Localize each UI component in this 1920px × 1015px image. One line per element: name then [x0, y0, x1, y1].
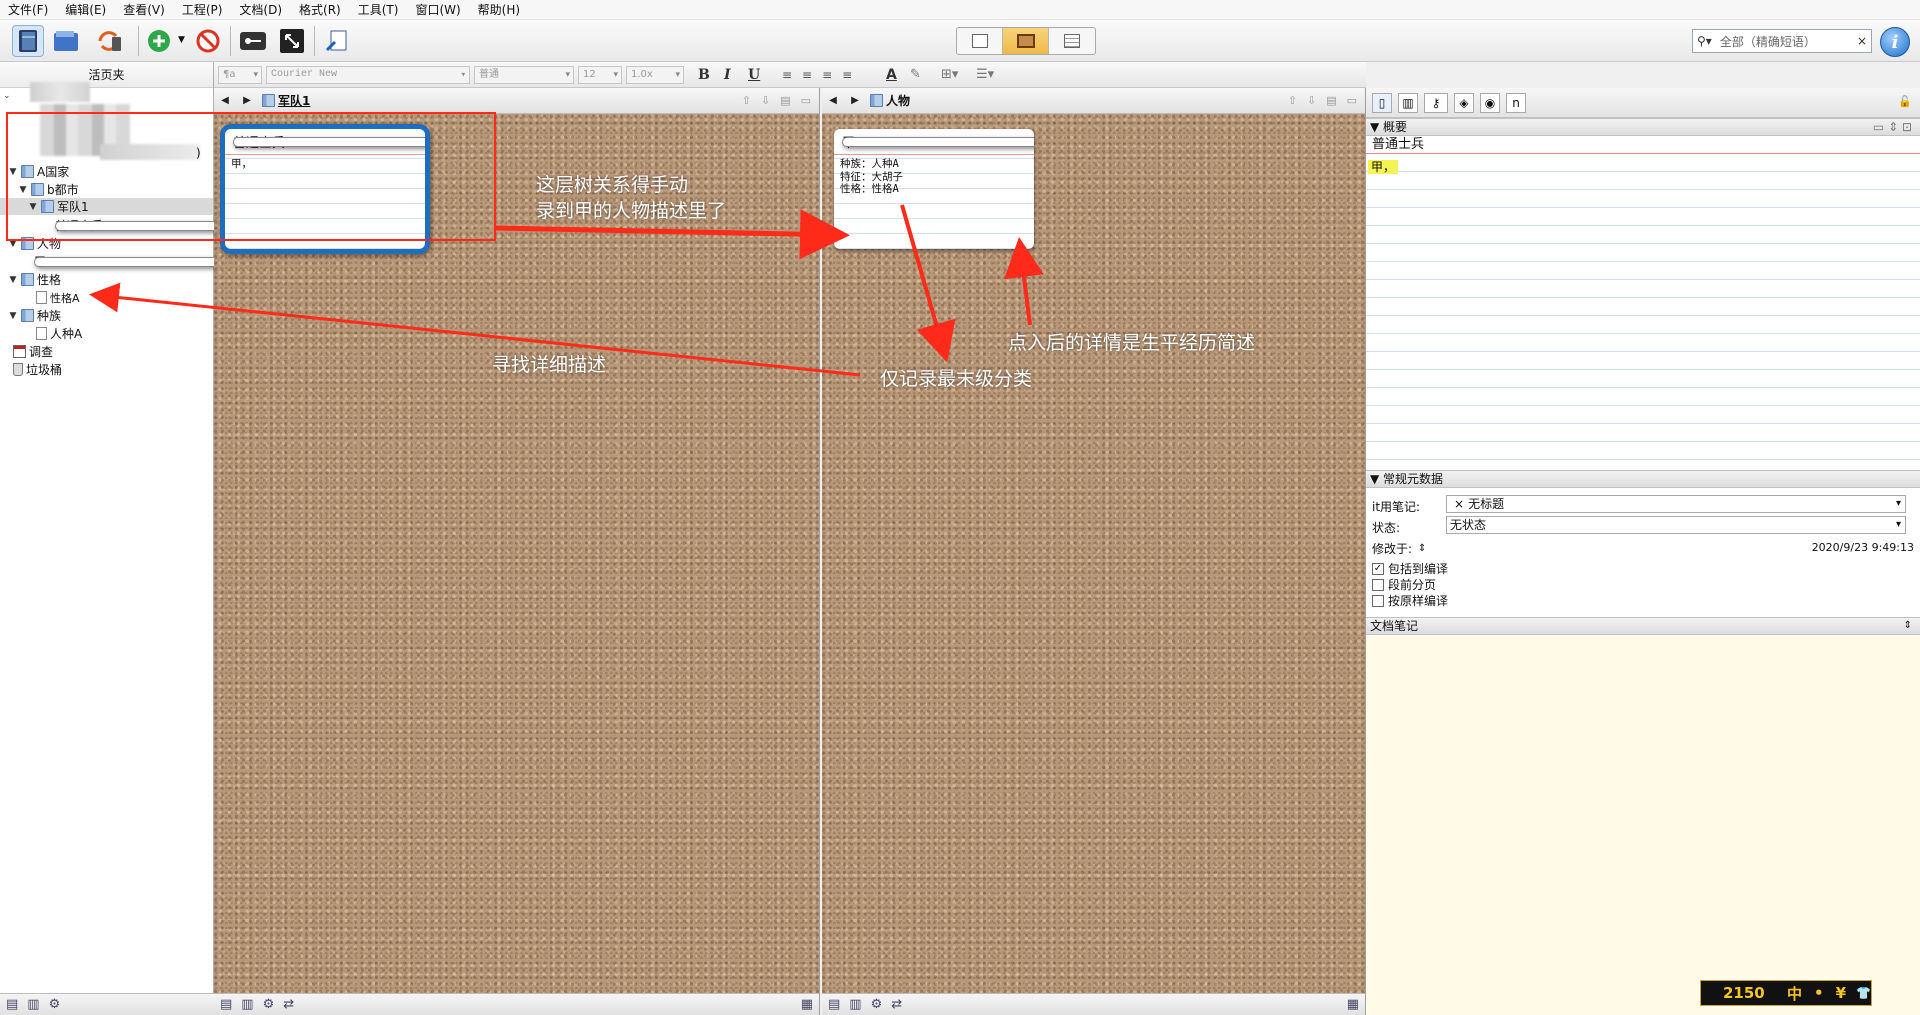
annotation-text: 仅记录最末级分类 — [880, 368, 1033, 390]
ime-skin-icon[interactable]: 👕 — [1856, 986, 1871, 1000]
arrow-to-card — [494, 209, 850, 260]
arrow-to-card-bottom — [1004, 237, 1044, 326]
annotation-text: 寻找详细描述 — [492, 354, 607, 376]
ime-mode[interactable]: 中 — [1787, 983, 1802, 1004]
ime-punct[interactable]: • — [1814, 984, 1824, 1002]
ime-count: 2150 — [1723, 984, 1765, 1002]
annotation-layer — [6, 112, 1044, 377]
highlight-box — [6, 112, 496, 241]
ime-currency[interactable]: ¥ — [1836, 984, 1846, 1002]
ime-toolbar[interactable]: 2150 中 • ¥ 👕 — [1700, 980, 1872, 1006]
arrow-to-personality — [89, 282, 861, 377]
arrow-to-category — [900, 204, 956, 363]
annotation-text: 点入后的详情是生平经历简述 — [1008, 332, 1256, 354]
annotation-text: 录到甲的人物描述里了 — [536, 200, 727, 222]
annotation-text: 这层树关系得手动 — [536, 174, 689, 196]
